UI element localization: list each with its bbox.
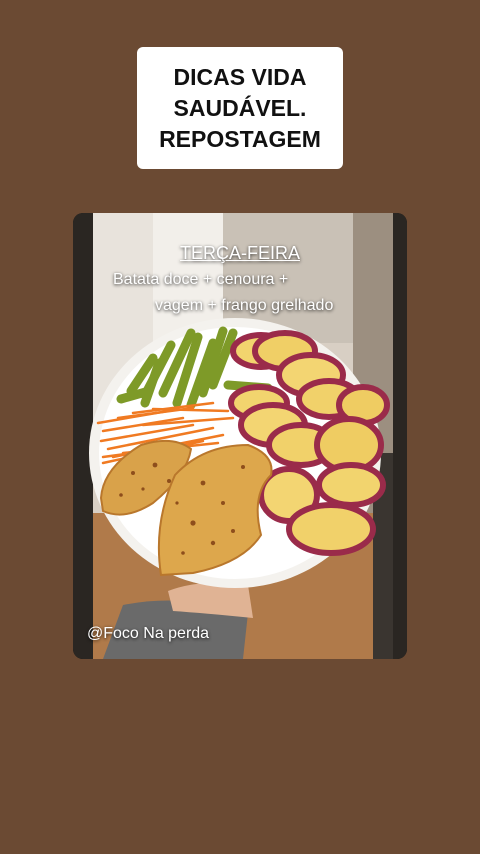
reposted-photo: TERÇA-FEIRA Batata doce + cenoura + vage… — [73, 213, 407, 659]
title-line-2: SAUDÁVEL. — [173, 94, 307, 121]
menu-line-2: vagem + frango grelhado — [155, 297, 334, 314]
menu-line-1: Batata doce + cenoura + — [113, 271, 289, 288]
title-line-1: DICAS VIDA — [173, 63, 307, 90]
title-card: DICAS VIDA SAUDÁVEL. REPOSTAGEM — [137, 47, 343, 169]
author-watermark: @Foco Na perda — [87, 625, 210, 642]
day-heading: TERÇA-FEIRA — [179, 243, 300, 263]
title-line-3: REPOSTAGEM — [159, 125, 321, 152]
